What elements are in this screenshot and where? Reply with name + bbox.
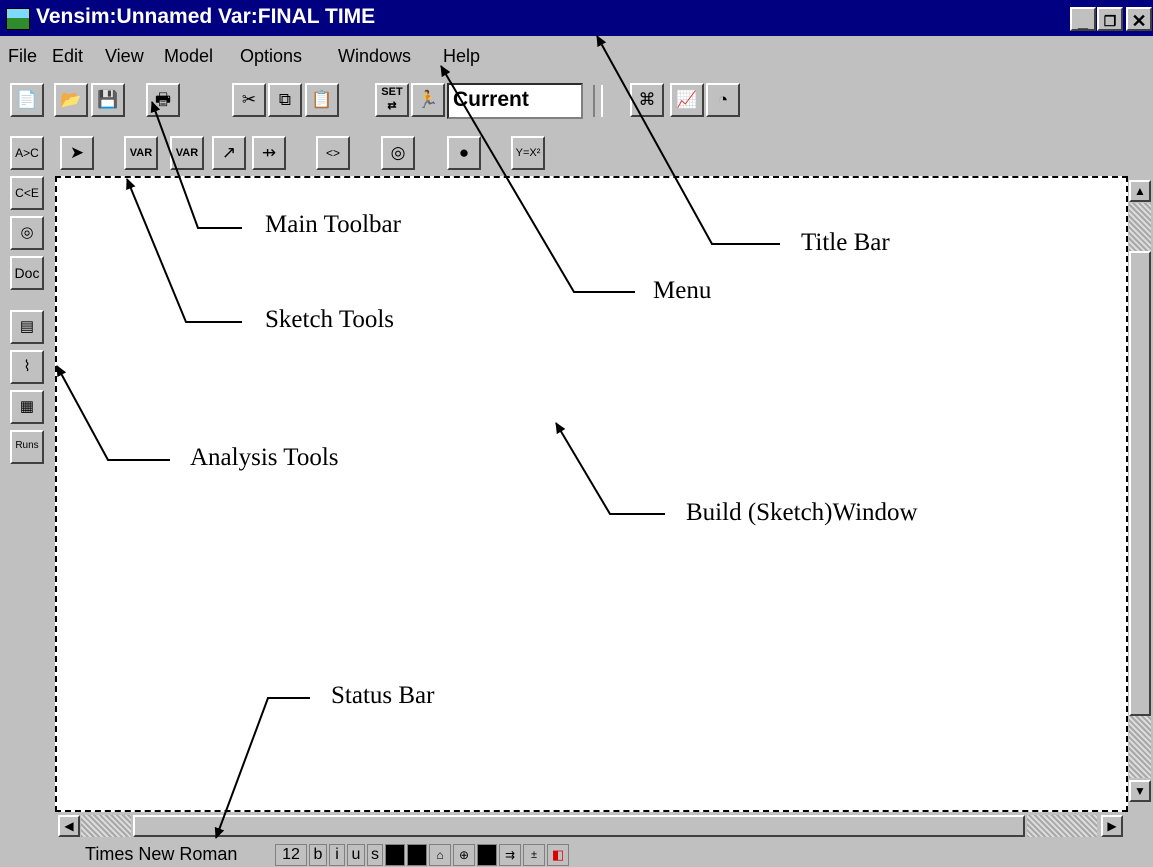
annotation-build-window: Build (Sketch)Window [686, 499, 918, 526]
arrow-main-toolbar [150, 101, 242, 229]
arrow-sketch-tools [126, 178, 242, 323]
annotation-status-bar: Status Bar [331, 682, 435, 709]
annotation-title-bar: Title Bar [801, 229, 890, 256]
arrow-menu [440, 65, 635, 293]
annotation-menu: Menu [653, 277, 712, 304]
annotation-arrows [56, 35, 780, 839]
annotation-analysis-tools: Analysis Tools [190, 444, 339, 471]
arrow-build-window [555, 422, 665, 515]
annotation-sketch-tools: Sketch Tools [265, 306, 395, 333]
annotation-main-toolbar: Main Toolbar [265, 211, 401, 238]
arrow-analysis-tools [56, 365, 170, 461]
arrow-title-bar [596, 35, 780, 245]
arrow-status-bar [214, 697, 310, 839]
